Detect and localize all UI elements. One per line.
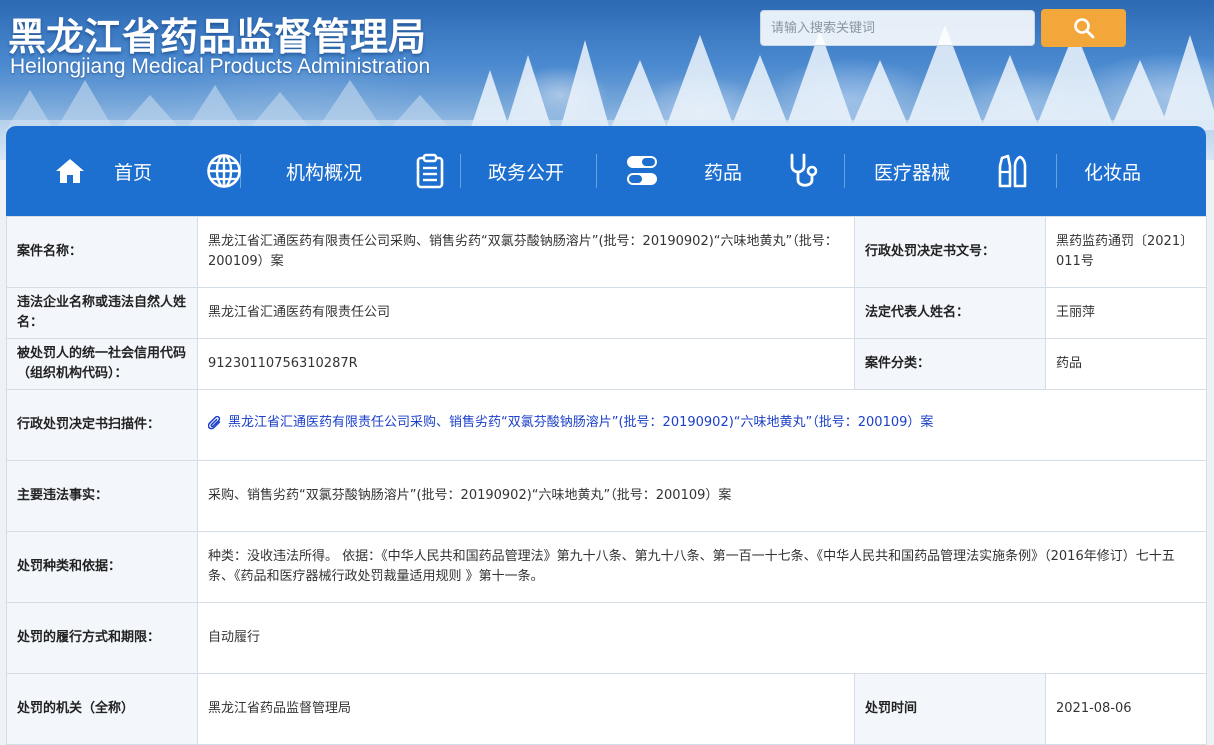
scan-link-text: 黑龙江省汇通医药有限责任公司采购、销售劣药“双氯芬酸钠肠溶片”(批号：20190… xyxy=(228,414,934,430)
nav-label-public-affairs: 政务公开 xyxy=(488,161,565,184)
site-title: 黑龙江省药品监督管理局 xyxy=(8,15,427,59)
nav-label-drugs: 药品 xyxy=(704,161,743,184)
facts-value: 采购、销售劣药“双氯芬酸钠肠溶片”(批号：20190902)“六味地黄丸”（批号… xyxy=(197,460,1207,532)
category-label: 案件分类： xyxy=(854,338,1046,390)
pills-icon xyxy=(622,151,662,191)
stethoscope-icon xyxy=(784,151,824,191)
credit-code-value: 91230110756310287R xyxy=(197,338,855,390)
search-icon xyxy=(1073,18,1094,39)
doc-number-value: 黑药监药通罚〔2021〕011号 xyxy=(1045,216,1207,288)
globe-icon xyxy=(204,151,244,191)
table-row: 行政处罚决定书扫描件： 黑龙江省汇通医药有限责任公司采购、销售劣药“双氯芬酸钠肠… xyxy=(6,389,1207,461)
credit-code-label: 被处罚人的统一社会信用代码（组织机构代码）： xyxy=(6,338,198,390)
home-icon xyxy=(50,151,90,191)
facts-label: 主要违法事实： xyxy=(6,460,198,532)
nav-label-medical-devices: 医疗器械 xyxy=(874,161,951,184)
nav-item-public-affairs[interactable]: 政务公开 xyxy=(410,126,564,216)
date-value: 2021-08-06 xyxy=(1045,673,1207,745)
table-row: 处罚种类和依据： 种类：没收违法所得。 依据：《中华人民共和国药品管理法》第九十… xyxy=(6,531,1207,603)
scan-attachment-link[interactable]: 黑龙江省汇通医药有限责任公司采购、销售劣药“双氯芬酸钠肠溶片”(批号：20190… xyxy=(208,413,933,433)
category-value: 药品 xyxy=(1045,338,1207,390)
table-row: 案件名称： 黑龙江省汇通医药有限责任公司采购、销售劣药“双氯芬酸钠肠溶片”(批号… xyxy=(6,216,1207,288)
execution-value: 自动履行 xyxy=(197,602,1207,674)
penalty-detail-table: 案件名称： 黑龙江省汇通医药有限责任公司采购、销售劣药“双氯芬酸钠肠溶片”(批号… xyxy=(6,216,1207,745)
table-row: 被处罚人的统一社会信用代码（组织机构代码）： 91230110756310287… xyxy=(6,338,1207,390)
nav-label-organization: 机构概况 xyxy=(286,161,363,184)
penalty-label: 处罚种类和依据： xyxy=(6,531,198,603)
cosmetics-icon xyxy=(992,151,1032,191)
nav-item-organization[interactable]: 机构概况 xyxy=(204,126,362,216)
authority-label: 处罚的机关（全称） xyxy=(6,673,198,745)
scan-value-cell: 黑龙江省汇通医药有限责任公司采购、销售劣药“双氯芬酸钠肠溶片”(批号：20190… xyxy=(197,389,1207,461)
scan-label: 行政处罚决定书扫描件： xyxy=(6,389,198,461)
doc-number-label: 行政处罚决定书文号： xyxy=(854,216,1046,288)
nav-label-home: 首页 xyxy=(114,161,153,184)
table-row: 处罚的履行方式和期限： 自动履行 xyxy=(6,602,1207,674)
nav-item-drugs[interactable]: 药品 xyxy=(622,126,742,216)
nav-item-cosmetics[interactable]: 化妆品 xyxy=(992,126,1141,216)
penalty-value: 种类：没收违法所得。 依据：《中华人民共和国药品管理法》第九十八条、第九十八条、… xyxy=(197,531,1207,603)
clipboard-icon xyxy=(410,151,450,191)
date-label: 处罚时间 xyxy=(854,673,1046,745)
nav-item-home[interactable]: 首页 xyxy=(50,126,152,216)
case-name-label: 案件名称： xyxy=(6,216,198,288)
party-value: 黑龙江省汇通医药有限责任公司 xyxy=(197,287,855,339)
legal-rep-label: 法定代表人姓名： xyxy=(854,287,1046,339)
table-row: 违法企业名称或违法自然人姓名： 黑龙江省汇通医药有限责任公司 法定代表人姓名： … xyxy=(6,287,1207,339)
nav-label-cosmetics: 化妆品 xyxy=(1084,161,1142,184)
case-name-value: 黑龙江省汇通医药有限责任公司采购、销售劣药“双氯芬酸钠肠溶片”(批号：20190… xyxy=(197,216,855,288)
legal-rep-value: 王丽萍 xyxy=(1045,287,1207,339)
search-button[interactable] xyxy=(1041,9,1126,47)
table-row: 主要违法事实： 采购、销售劣药“双氯芬酸钠肠溶片”(批号：20190902)“六… xyxy=(6,460,1207,532)
nav-divider xyxy=(596,154,597,188)
site-subtitle: Heilongjiang Medical Products Administra… xyxy=(10,55,431,78)
authority-value: 黑龙江省药品监督管理局 xyxy=(197,673,855,745)
execution-label: 处罚的履行方式和期限： xyxy=(6,602,198,674)
nav-item-medical-devices[interactable]: 医疗器械 xyxy=(784,126,950,216)
search-input[interactable] xyxy=(760,10,1035,46)
main-nav: 首页 机构概况 政务公开 药品 医疗器械 化妆品 xyxy=(6,126,1206,216)
party-label: 违法企业名称或违法自然人姓名： xyxy=(6,287,198,339)
table-row: 处罚的机关（全称） 黑龙江省药品监督管理局 处罚时间 2021-08-06 xyxy=(6,673,1207,745)
paperclip-icon xyxy=(208,415,222,431)
